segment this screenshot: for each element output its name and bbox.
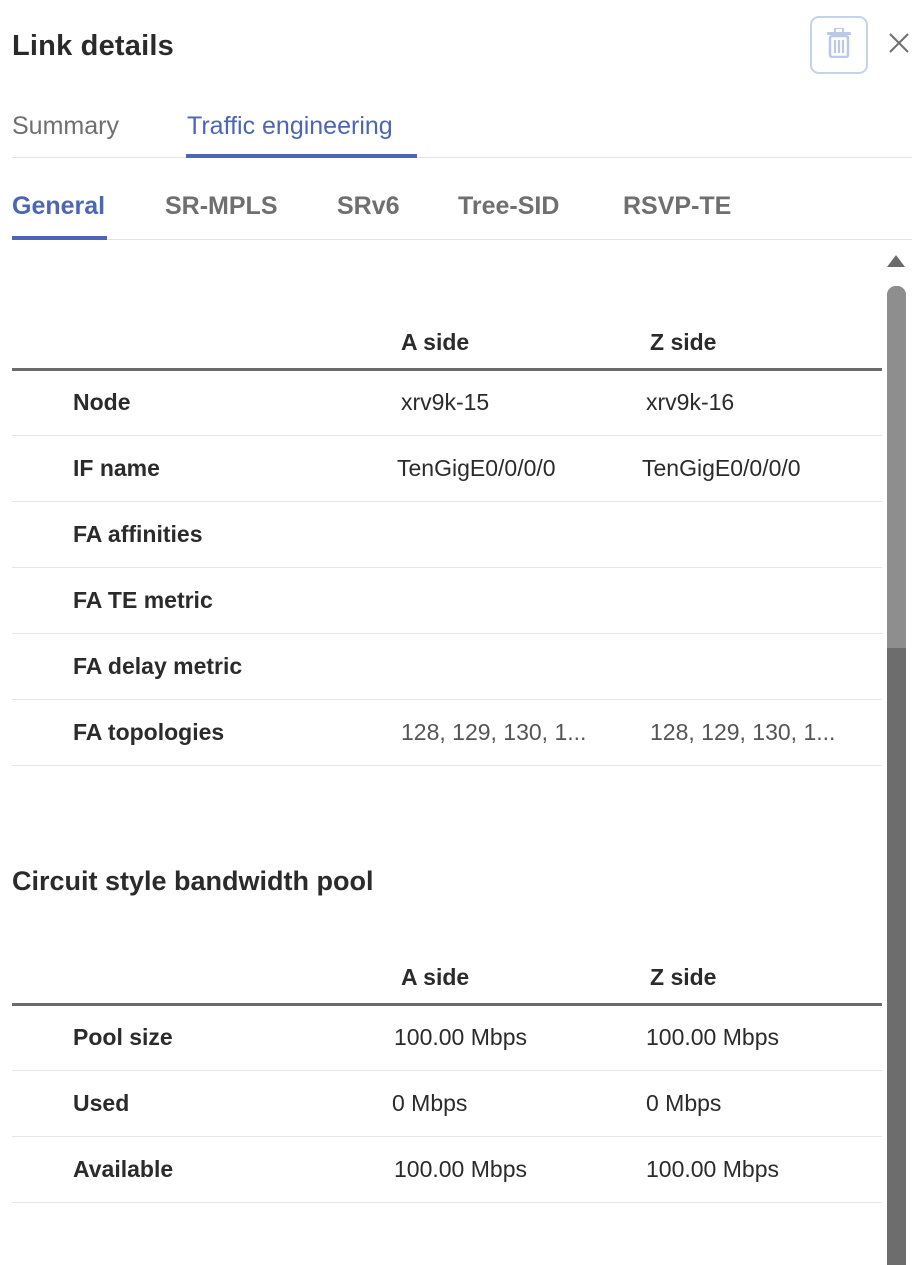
tab-tree-sid[interactable]: Tree-SID bbox=[458, 192, 559, 221]
secondary-tabs: General SR-MPLS SRv6 Tree-SID RSVP-TE bbox=[12, 180, 912, 240]
a-side-value bbox=[383, 501, 632, 568]
row-label: IF name bbox=[12, 435, 383, 502]
table-row: Available 100.00 Mbps 100.00 Mbps bbox=[12, 1136, 882, 1203]
table-row: FA delay metric bbox=[12, 633, 882, 700]
table-row: Pool size 100.00 Mbps 100.00 Mbps bbox=[12, 1004, 882, 1071]
table-row: FA topologies 128, 129, 130, 1... 128, 1… bbox=[12, 699, 882, 766]
bandwidth-pool-table: A side Z side Pool size 100.00 Mbps 100.… bbox=[12, 941, 882, 1203]
close-button[interactable] bbox=[884, 30, 914, 60]
row-label: FA topologies bbox=[12, 699, 383, 766]
trash-icon bbox=[826, 26, 852, 63]
z-side-value: 128, 129, 130, 1... bbox=[632, 699, 882, 766]
z-side-value: 100.00 Mbps bbox=[632, 1004, 882, 1071]
tab-general[interactable]: General bbox=[12, 192, 105, 221]
z-side-value bbox=[632, 501, 882, 568]
column-header-label bbox=[12, 941, 383, 1006]
table-row: Node xrv9k-15 xrv9k-16 bbox=[12, 369, 882, 436]
tab-traffic-engineering[interactable]: Traffic engineering bbox=[187, 112, 393, 141]
tab-sr-mpls[interactable]: SR-MPLS bbox=[165, 192, 278, 221]
tab-srv6[interactable]: SRv6 bbox=[337, 192, 400, 221]
table-row: Used 0 Mbps 0 Mbps bbox=[12, 1070, 882, 1137]
table-row: FA affinities bbox=[12, 501, 882, 568]
table-row: FA TE metric bbox=[12, 567, 882, 634]
details-scroll-area[interactable]: A side Z side Node xrv9k-15 xrv9k-16 IF … bbox=[0, 241, 915, 1265]
tab-summary[interactable]: Summary bbox=[12, 112, 119, 141]
scrollbar-track[interactable] bbox=[887, 286, 906, 1265]
z-side-value: TenGigE0/0/0/0 bbox=[632, 435, 882, 502]
scroll-up-arrow-icon[interactable] bbox=[887, 255, 905, 267]
row-label: FA affinities bbox=[12, 501, 383, 568]
row-label: Used bbox=[12, 1070, 383, 1137]
row-label: Node bbox=[12, 369, 383, 436]
column-header-label bbox=[12, 306, 383, 371]
link-details-panel: Link details Summary Traffic engineering… bbox=[0, 0, 915, 1265]
general-table: A side Z side Node xrv9k-15 xrv9k-16 IF … bbox=[12, 306, 882, 766]
z-side-value bbox=[632, 633, 882, 700]
row-label: FA delay metric bbox=[12, 633, 383, 700]
row-label: FA TE metric bbox=[12, 567, 383, 634]
column-header-z-side: Z side bbox=[631, 306, 882, 371]
scrollbar-thumb[interactable] bbox=[887, 286, 906, 648]
a-side-value: 100.00 Mbps bbox=[383, 1136, 632, 1203]
delete-button[interactable] bbox=[810, 16, 868, 74]
a-side-value: 100.00 Mbps bbox=[383, 1004, 632, 1071]
primary-tabs: Summary Traffic engineering bbox=[12, 100, 912, 158]
a-side-value: xrv9k-15 bbox=[383, 369, 632, 436]
a-side-value bbox=[383, 567, 632, 634]
a-side-value: 0 Mbps bbox=[383, 1070, 632, 1137]
panel-header: Link details bbox=[0, 0, 915, 100]
z-side-value: xrv9k-16 bbox=[632, 369, 882, 436]
column-header-z-side: Z side bbox=[631, 941, 882, 1006]
table-header-row: A side Z side bbox=[12, 306, 882, 371]
tab-traffic-engineering-underline bbox=[186, 154, 417, 158]
a-side-value: 128, 129, 130, 1... bbox=[383, 699, 632, 766]
row-label: Pool size bbox=[12, 1004, 383, 1071]
column-header-a-side: A side bbox=[382, 941, 632, 1006]
column-header-a-side: A side bbox=[382, 306, 632, 371]
table-row: IF name TenGigE0/0/0/0 TenGigE0/0/0/0 bbox=[12, 435, 882, 502]
a-side-value: TenGigE0/0/0/0 bbox=[383, 435, 632, 502]
close-icon bbox=[887, 31, 911, 60]
z-side-value: 100.00 Mbps bbox=[632, 1136, 882, 1203]
z-side-value: 0 Mbps bbox=[632, 1070, 882, 1137]
z-side-value bbox=[632, 567, 882, 634]
row-label: Available bbox=[12, 1136, 383, 1203]
panel-title: Link details bbox=[12, 30, 174, 62]
tab-general-underline bbox=[12, 236, 107, 240]
a-side-value bbox=[383, 633, 632, 700]
bandwidth-pool-title: Circuit style bandwidth pool bbox=[12, 866, 374, 896]
table-header-row: A side Z side bbox=[12, 941, 882, 1006]
tab-rsvp-te[interactable]: RSVP-TE bbox=[623, 192, 731, 221]
